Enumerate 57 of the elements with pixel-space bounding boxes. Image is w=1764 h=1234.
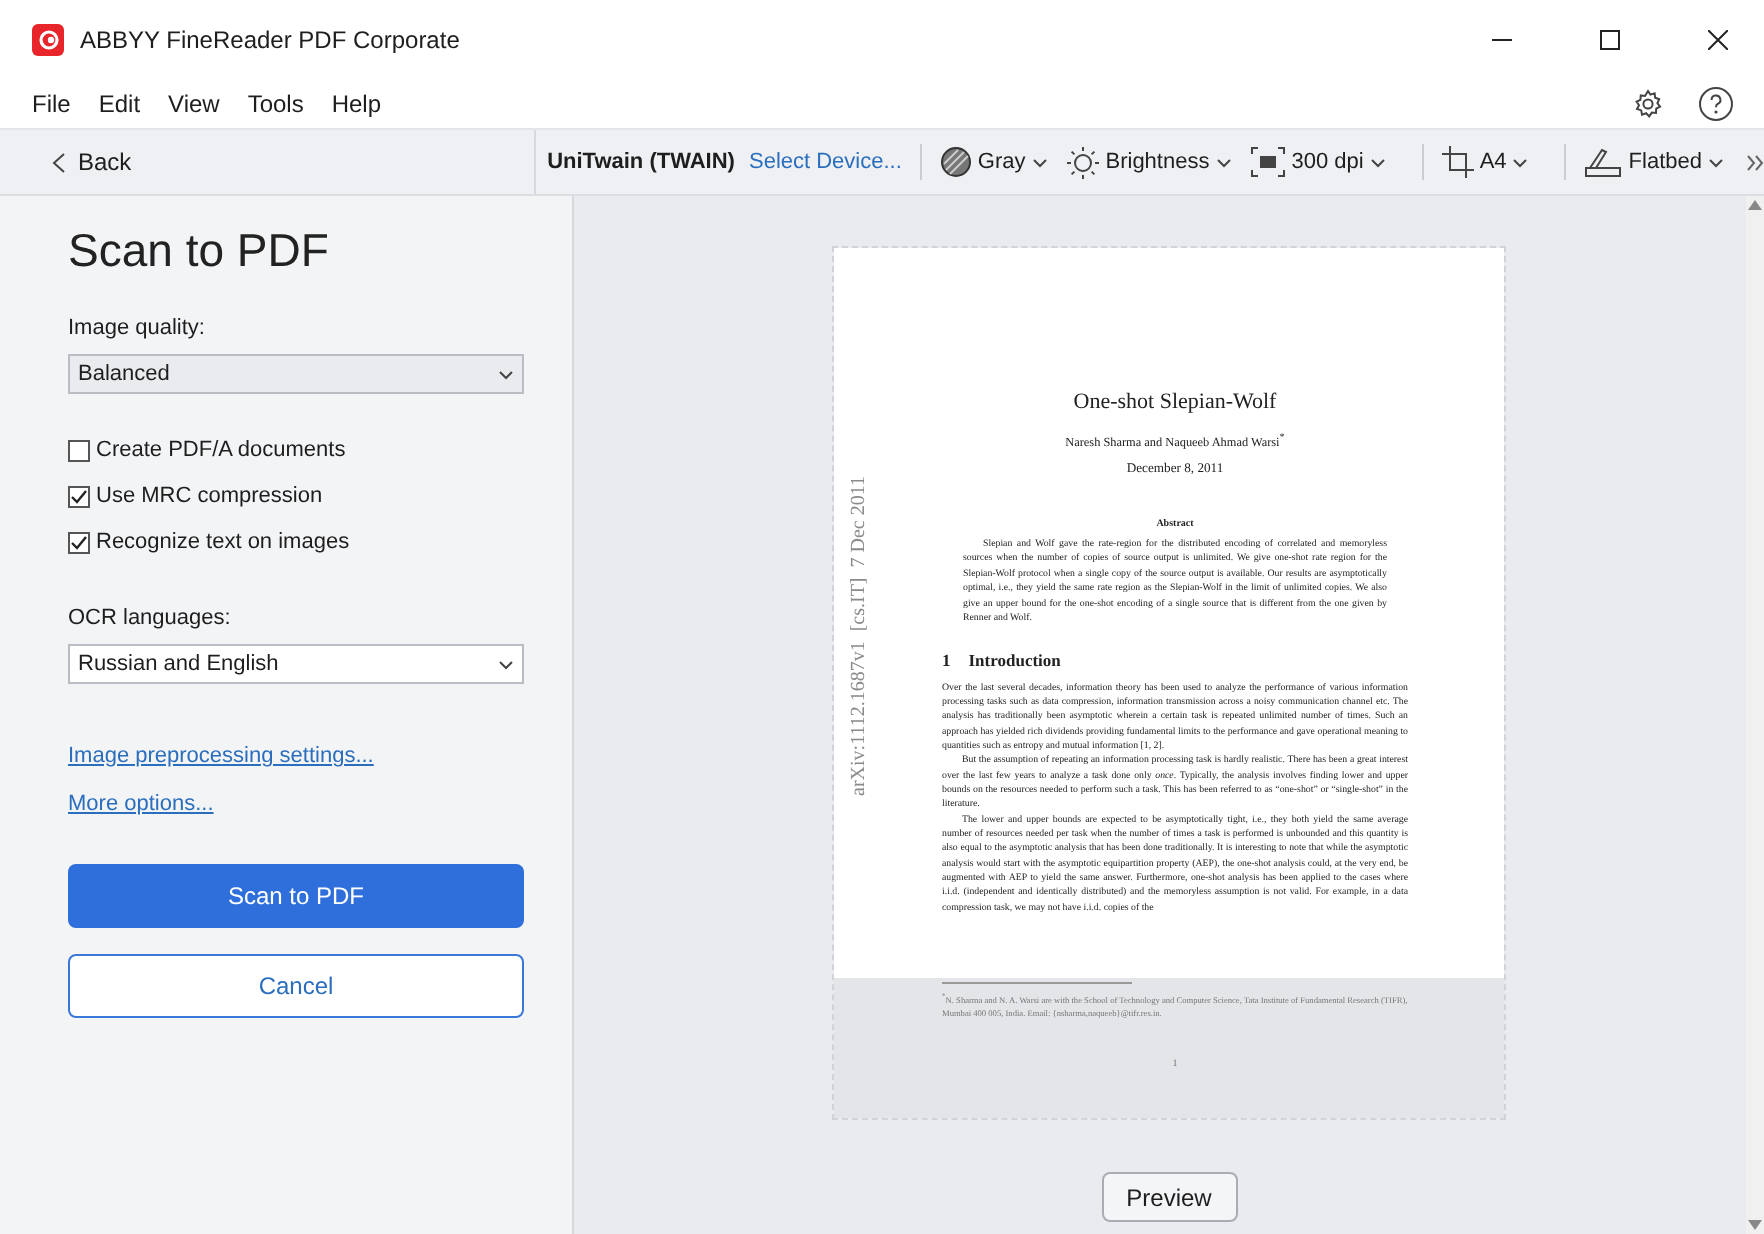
side-label: arXiv:1112.1687v1 [cs.IT] 7 Dec 2011 — [848, 476, 870, 796]
help-icon — [1698, 86, 1734, 122]
window-title: ABBYY FineReader PDF Corporate — [80, 26, 462, 54]
field-label: OCR languages: — [68, 606, 233, 630]
checkbox[interactable] — [68, 439, 90, 461]
toolbar-dropdown[interactable]: A4 — [1441, 146, 1529, 178]
striped-circle-icon — [939, 146, 972, 178]
caret-icon — [1512, 157, 1529, 167]
menu-item[interactable]: File — [32, 90, 87, 118]
help-button[interactable] — [1696, 84, 1736, 124]
close-icon — [1708, 30, 1728, 50]
scroll-down-icon — [1748, 1220, 1762, 1230]
brightness-dropdown[interactable]: Brightness — [1065, 145, 1232, 179]
checkbox-label: Recognize text on images — [96, 530, 350, 554]
toolbar-dropdown[interactable]: 300 dpi — [1249, 146, 1386, 178]
menu-item[interactable]: Tools — [247, 90, 320, 118]
back-button[interactable]: Back — [52, 148, 132, 176]
checkbox[interactable] — [68, 485, 90, 507]
double-chevron-icon — [1746, 153, 1764, 171]
link[interactable]: Image preprocessing settings... — [68, 744, 374, 768]
document-title: One-shot Slepian-Wolf — [1073, 390, 1277, 414]
checkbox-label: Use MRC compression — [96, 484, 323, 508]
caret-icon — [1031, 157, 1048, 167]
scan-button[interactable]: Scan to PDF — [68, 864, 524, 928]
menu-item[interactable]: Edit — [98, 90, 157, 118]
chevron-down-icon — [498, 369, 514, 379]
menu-item[interactable]: Help — [331, 90, 398, 118]
app-logo-icon — [32, 24, 64, 56]
field-label: Image quality: — [68, 316, 207, 340]
toolbar-dropdown[interactable]: Flatbed — [1584, 147, 1724, 177]
sun-icon — [1065, 145, 1100, 179]
chevron-down-icon — [498, 659, 514, 669]
maximize-icon — [1600, 30, 1620, 50]
panel-title: Scan to PDF — [68, 224, 331, 278]
chevron-left-icon — [52, 151, 66, 173]
section-number: 1 — [942, 649, 951, 669]
preview-button[interactable]: Preview — [1101, 1172, 1237, 1222]
caret-icon — [1369, 157, 1386, 167]
dropdown[interactable]: Balanced — [68, 354, 524, 394]
section-heading: Introduction — [968, 649, 1061, 669]
toolbar-dropdown[interactable]: Gray — [939, 146, 1048, 178]
cancel-button[interactable]: Cancel — [68, 954, 524, 1018]
dropdown[interactable]: Russian and English — [68, 644, 524, 684]
crop-icon — [1441, 146, 1474, 178]
menu-item[interactable]: View — [168, 90, 236, 118]
checkbox-label: Create PDF/A documents — [96, 438, 346, 462]
resolution-icon — [1249, 146, 1286, 178]
select-device-link[interactable]: Select Device... — [748, 150, 902, 174]
caret-icon — [1708, 157, 1724, 167]
link[interactable]: More options... — [68, 792, 214, 816]
checkbox[interactable] — [68, 531, 90, 553]
scroll-up-icon — [1748, 200, 1762, 210]
gear-icon — [1632, 88, 1664, 120]
caret-icon — [1215, 157, 1232, 167]
scanner-icon — [1584, 147, 1623, 177]
more-button[interactable] — [1746, 153, 1764, 171]
device-name: UniTwain (TWAIN) — [547, 150, 735, 174]
